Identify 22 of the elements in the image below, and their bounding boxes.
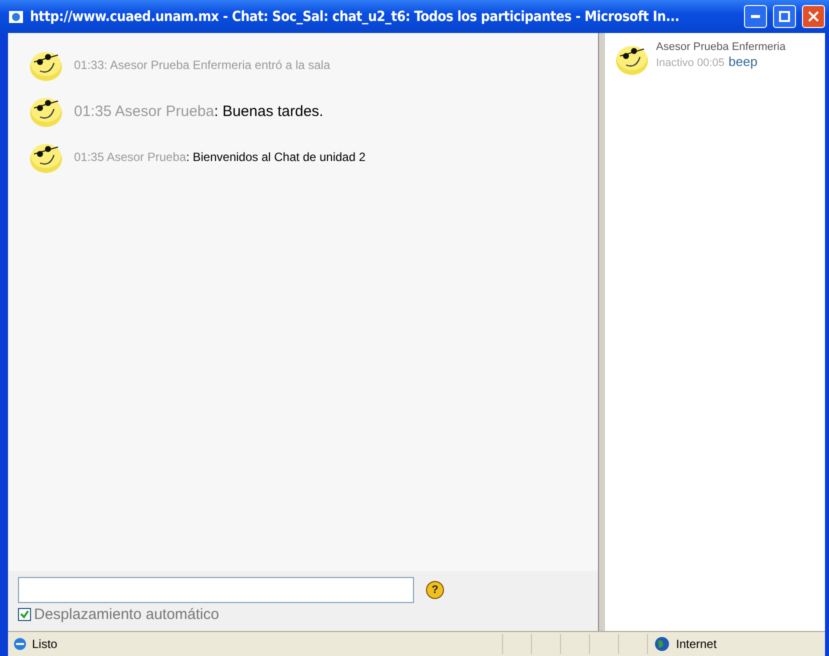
message-input-field[interactable] [18, 577, 414, 603]
chat-message: 01:35 Asesor Prueba: Buenas tardes. [74, 102, 324, 120]
user-name: Asesor Prueba Enfermeria [656, 41, 786, 53]
beep-link[interactable]: beep [728, 54, 758, 69]
zone-text: Internet [676, 637, 717, 651]
autoscroll-checkbox[interactable] [18, 608, 31, 621]
browser-page-icon [8, 8, 24, 24]
maximize-button[interactable] [773, 5, 796, 28]
chat-message: 01:33: Asesor Prueba Enfermeria entró a la sala [74, 58, 330, 72]
close-button[interactable] [802, 5, 825, 28]
autoscroll-label: Desplazamiento automático [34, 606, 220, 623]
window-title: http://www.cuaed.unam.mx - Chat: Soc_Sal: chat_u2_t6: Todos los participantes - Microsoft In... [30, 8, 680, 24]
close-icon [808, 11, 819, 22]
minimize-button[interactable] [744, 5, 767, 28]
help-button[interactable]: ? [426, 581, 444, 599]
pane-splitter[interactable] [598, 33, 606, 631]
maximize-icon [779, 11, 790, 22]
user-status: Inactivo 00:05 [656, 57, 724, 69]
status-text: Listo [32, 637, 58, 651]
minimize-icon [751, 15, 760, 18]
chat-message: 01:35 Asesor Prueba: Bienvenidos al Chat de unidad 2 [74, 150, 366, 164]
globe-icon [654, 636, 670, 652]
